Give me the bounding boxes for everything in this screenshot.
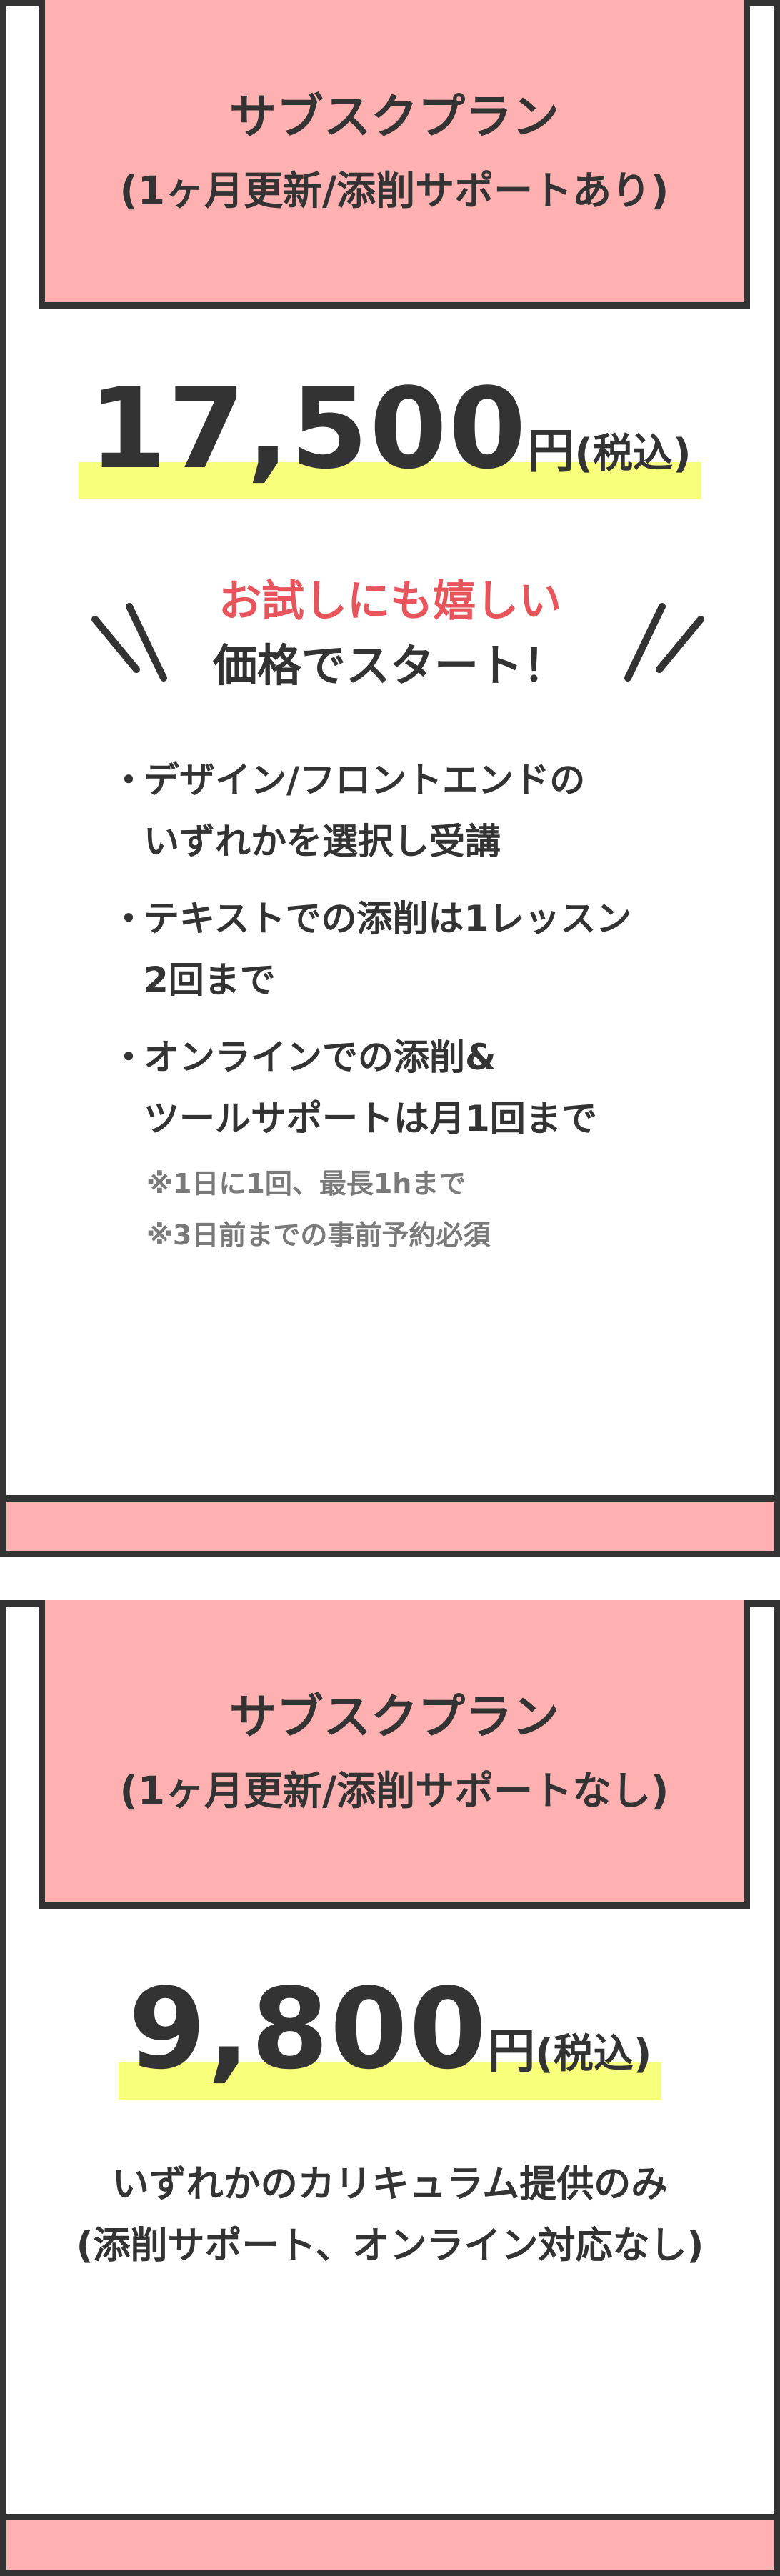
plan-subtitle: (1ヶ月更新/添削サポートあり) bbox=[119, 168, 669, 214]
price-unit: 円 bbox=[488, 2024, 536, 2079]
bullet-dot: ・ bbox=[111, 898, 146, 939]
plan-subtitle: (1ヶ月更新/添削サポートなし) bbox=[119, 1768, 669, 1814]
price-tax: (税込) bbox=[574, 431, 691, 477]
card-footer-bar bbox=[6, 2514, 774, 2570]
feature-item: ・ デザイン/フロントエンドの いずれかを選択し受講 bbox=[106, 749, 735, 872]
feature-line2: いずれかを選択し受講 bbox=[144, 821, 501, 862]
description-line2: (添削サポート、オンライン対応なし) bbox=[76, 2225, 704, 2267]
feature-item: ・ テキストでの添削は1レッスン 2回まで bbox=[106, 888, 735, 1011]
plan-title: サブスクプラン bbox=[229, 1689, 559, 1744]
bullet-dot: ・ bbox=[111, 1037, 146, 1078]
price-amount: 9,800 bbox=[128, 1964, 489, 2094]
plan-card-without-support: サブスクプラン (1ヶ月更新/添削サポートなし) 9,800円(税込) いずれか… bbox=[0, 1600, 780, 2576]
plan-card-with-support: サブスクプラン (1ヶ月更新/添削サポートあり) 17,500円(税込) お試し… bbox=[0, 0, 780, 1557]
plan-description: いずれかのカリキュラム提供のみ (添削サポート、オンライン対応なし) bbox=[6, 2154, 774, 2277]
note-line: ※1日に1回、最長1hまで bbox=[146, 1168, 466, 1199]
card-footer-bar bbox=[6, 1495, 774, 1551]
description-line1: いずれかのカリキュラム提供のみ bbox=[111, 2163, 669, 2206]
price-block: 17,500円(税込) bbox=[6, 364, 774, 499]
note-line: ※3日前までの事前予約必須 bbox=[146, 1219, 491, 1251]
feature-line1: テキストでの添削は1レッスン bbox=[144, 898, 632, 939]
plan-header: サブスクプラン (1ヶ月更新/添削サポートなし) bbox=[39, 1600, 750, 1909]
feature-line1: デザイン/フロントエンドの bbox=[144, 759, 586, 801]
feature-list: ・ デザイン/フロントエンドの いずれかを選択し受講 ・ テキストでの添削は1レ… bbox=[106, 749, 735, 1165]
plan-header: サブスクプラン (1ヶ月更新/添削サポートあり) bbox=[39, 0, 750, 309]
price-tax: (税込) bbox=[535, 2031, 652, 2077]
price-block: 9,800円(税込) bbox=[6, 1964, 774, 2100]
price-unit: 円 bbox=[527, 424, 575, 479]
plan-title: サブスクプラン bbox=[229, 89, 559, 144]
emphasis-lines-right-icon bbox=[624, 603, 704, 682]
feature-line1: オンラインでの添削& bbox=[144, 1037, 496, 1078]
emphasis-lines-left-icon bbox=[91, 603, 167, 682]
feature-item: ・ オンラインでの添削& ツールサポートは月1回まで bbox=[106, 1027, 735, 1149]
bullet-dot: ・ bbox=[111, 759, 146, 801]
feature-notes: ※1日に1回、最長1hまで ※3日前までの事前予約必須 bbox=[146, 1158, 490, 1261]
feature-line2: 2回まで bbox=[144, 959, 276, 1001]
feature-line2: ツールサポートは月1回まで bbox=[144, 1098, 597, 1139]
price-amount: 17,500 bbox=[89, 364, 528, 494]
